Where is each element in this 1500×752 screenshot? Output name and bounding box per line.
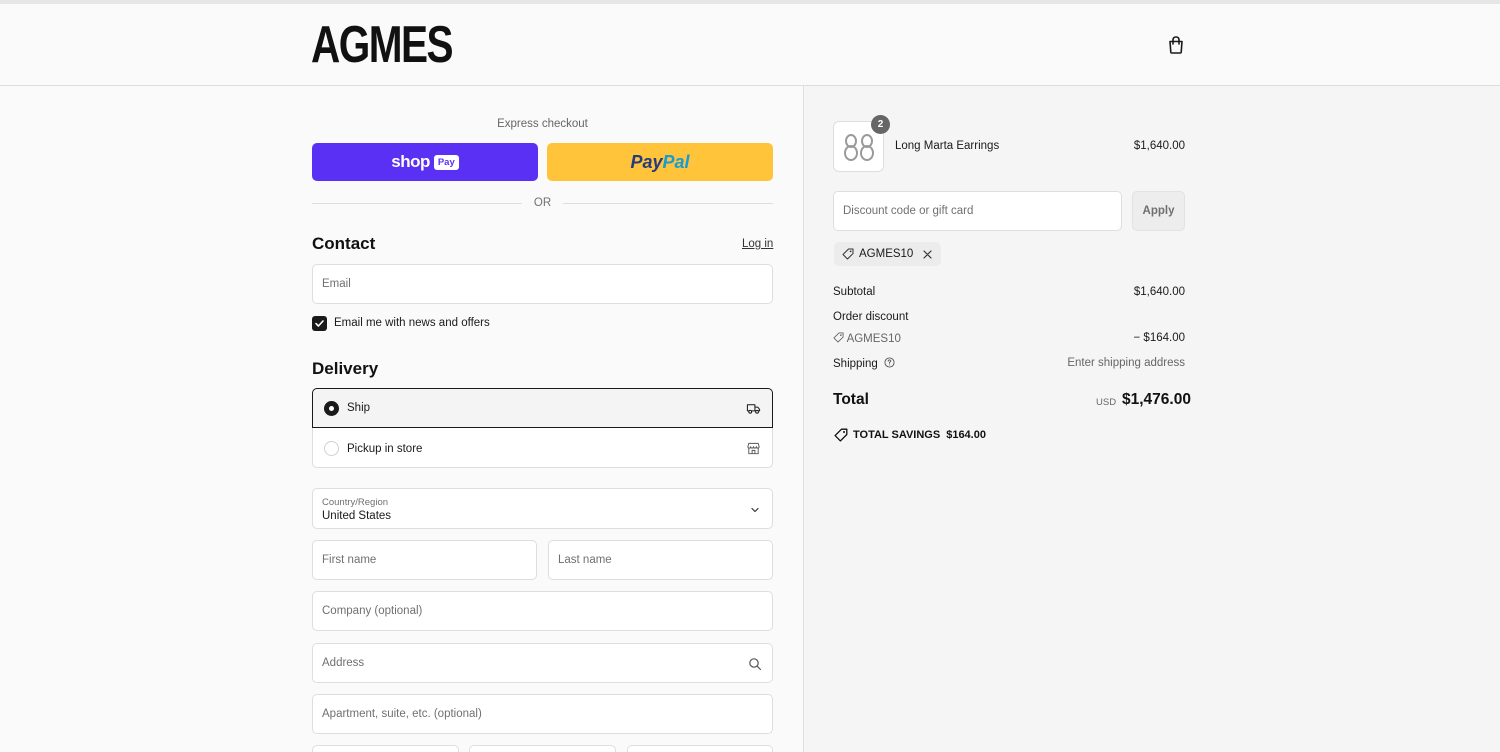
shop-pay-badge: Pay [433, 154, 459, 170]
savings-label: TOTAL SAVINGS [853, 429, 941, 441]
pickup-label: Pickup in store [347, 442, 423, 455]
city-field[interactable] [312, 745, 459, 752]
delivery-option-pickup[interactable]: Pickup in store [313, 429, 772, 468]
address-placeholder: Address [322, 657, 365, 669]
last-name-placeholder: Last name [558, 554, 612, 566]
apply-button[interactable]: Apply [1132, 191, 1185, 231]
brand-logo[interactable]: AGMES [311, 19, 453, 71]
country-select[interactable]: Country/Region United States [312, 488, 773, 529]
applied-code: AGMES10 [859, 248, 914, 260]
total-currency: USD [1096, 397, 1117, 408]
paypal-button[interactable]: Pay Pal [547, 143, 773, 181]
company-placeholder: Company (optional) [322, 605, 423, 617]
tag-icon [842, 248, 854, 260]
site-header: AGMES [0, 4, 1500, 86]
address-field[interactable]: Address [312, 643, 773, 683]
delivery-option-ship[interactable]: Ship [312, 388, 773, 428]
chevron-down-icon [751, 507, 759, 513]
applied-discount-chip: AGMES10 [834, 242, 942, 266]
radio-selected[interactable] [324, 400, 339, 416]
zip-field[interactable] [627, 745, 773, 752]
first-name-field[interactable]: First name [312, 540, 537, 580]
product-price: $1,640.00 [1133, 140, 1185, 152]
or-divider: OR [312, 196, 773, 210]
shipping-row: Shipping Enter shipping address [833, 357, 1185, 370]
order-discount-label: Order discount [833, 311, 909, 323]
total-value: $1,476.00 [1122, 391, 1191, 408]
checkmark-icon [315, 320, 324, 327]
state-field[interactable] [469, 745, 616, 752]
order-summary-panel [804, 86, 1500, 752]
cart-button[interactable] [1165, 34, 1187, 56]
delivery-method-group: Ship Pickup in store [312, 388, 773, 468]
country-label: Country/Region [322, 497, 389, 508]
tag-icon [834, 428, 848, 442]
truck-icon [746, 404, 761, 414]
product-name: Long Marta Earrings [895, 140, 1000, 152]
store-icon [747, 442, 760, 455]
quantity-badge: 2 [871, 115, 890, 134]
subtotal-row: Subtotal $1,640.00 [833, 286, 1185, 298]
ship-label: Ship [347, 402, 371, 414]
express-checkout-label: Express checkout [497, 118, 588, 130]
contact-title: Contact [312, 234, 376, 253]
shop-pay-button[interactable]: shop Pay [312, 143, 538, 181]
subtotal-value: $1,640.00 [1133, 286, 1185, 298]
discount-value: − $164.00 [1133, 332, 1185, 344]
apartment-field[interactable]: Apartment, suite, etc. (optional) [312, 694, 773, 734]
shopping-bag-icon [1169, 36, 1183, 54]
newsletter-label: Email me with news and offers [334, 317, 490, 329]
total-label: Total [833, 391, 869, 408]
newsletter-checkbox[interactable] [312, 316, 327, 331]
paypal-wordmark-part1: Pay [630, 151, 663, 172]
remove-discount-icon[interactable] [922, 249, 933, 260]
subtotal-label: Subtotal [833, 286, 876, 298]
paypal-wordmark-part2: Pal [662, 151, 690, 172]
total-savings: TOTAL SAVINGS $164.00 [834, 428, 986, 442]
or-text: OR [533, 197, 552, 209]
last-name-field[interactable]: Last name [548, 540, 773, 580]
first-name-placeholder: First name [322, 554, 377, 566]
shop-pay-wordmark: shop [391, 152, 430, 171]
shipping-label: Shipping [833, 358, 878, 370]
delivery-title: Delivery [312, 359, 379, 378]
email-placeholder: Email [322, 278, 351, 290]
shipping-value: Enter shipping address [1067, 357, 1185, 369]
company-field[interactable]: Company (optional) [312, 591, 773, 631]
country-value: United States [322, 510, 392, 522]
tag-icon [833, 332, 844, 343]
discount-code-label: AGMES10 [846, 333, 901, 345]
apartment-placeholder: Apartment, suite, etc. (optional) [322, 708, 482, 720]
help-icon[interactable] [884, 357, 895, 368]
discount-code-row: AGMES10 − $164.00 [833, 332, 1185, 345]
order-discount-row: Order discount [833, 311, 1185, 323]
discount-code-field[interactable]: Discount code or gift card [833, 191, 1122, 231]
search-icon [749, 658, 762, 671]
login-link[interactable]: Log in [742, 238, 773, 250]
radio-unselected[interactable] [324, 441, 339, 456]
savings-value: $164.00 [946, 429, 986, 441]
earrings-icon [843, 133, 874, 161]
discount-placeholder: Discount code or gift card [843, 205, 974, 217]
email-field[interactable]: Email [312, 264, 773, 304]
